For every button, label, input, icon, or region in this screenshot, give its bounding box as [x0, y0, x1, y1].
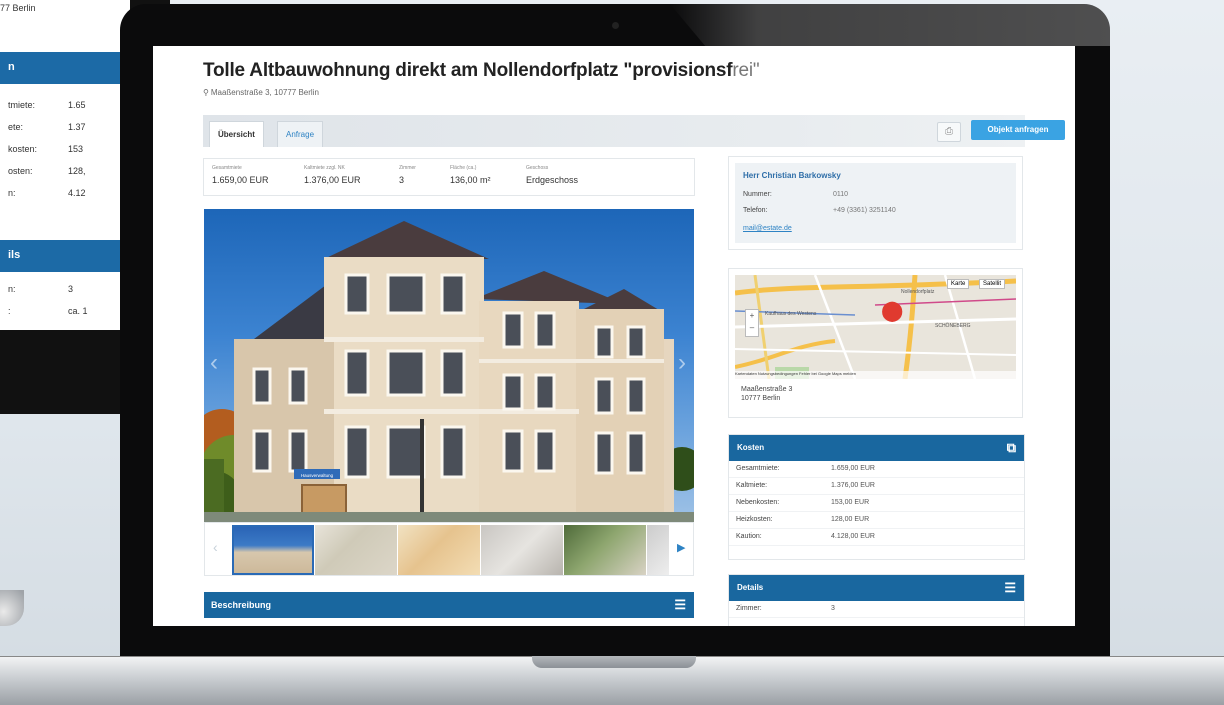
page-title: Tolle Altbauwohnung direkt am Nollendorf…	[203, 60, 760, 82]
fact-total-rent: Gesamtmiete 1.659,00 EUR	[212, 165, 269, 185]
map-marker-icon[interactable]: ⬤	[881, 301, 903, 321]
map-type-satellite[interactable]: Satellit	[979, 279, 1006, 289]
listing-address: ⚲ Maaßenstraße 3, 10777 Berlin	[203, 88, 319, 97]
contact-email-link[interactable]: mail@estate.de	[743, 225, 792, 232]
details-panel: Details ☰ Zimmer: 3	[728, 574, 1025, 626]
zoom-out-icon[interactable]: –	[746, 322, 758, 334]
contact-row: Telefon: +49 (3361) 3251140	[743, 207, 896, 214]
map-type-map[interactable]: Karte	[947, 279, 970, 289]
thumbnail[interactable]	[398, 525, 480, 575]
tab-bar: Übersicht Anfrage ⎙ Objekt anfragen	[203, 115, 1065, 147]
fact-floor: Geschoss Erdgeschoss	[526, 165, 579, 185]
tab-overview[interactable]: Übersicht	[209, 121, 264, 147]
fact-rooms: Zimmer 3	[399, 165, 416, 185]
background-details-header: ils	[0, 240, 122, 272]
tab-inquiry[interactable]: Anfrage	[277, 121, 324, 147]
background-device-stand	[0, 590, 24, 626]
map-label: Nollendorfplatz	[901, 289, 935, 295]
contact-card-inner: Herr Christian Barkowsky Nummer: 0110 Tel…	[735, 163, 1016, 243]
contact-card: Herr Christian Barkowsky Nummer: 0110 Tel…	[728, 156, 1023, 250]
map-card: Karte Satellit + – Kaufhaus des Westens …	[728, 268, 1023, 418]
map-address: Maaßenstraße 3 10777 Berlin	[741, 385, 792, 403]
page-title-tail: rei"	[732, 60, 760, 81]
details-header-label: Details	[737, 583, 764, 592]
description-header-label: Beschreibung	[211, 600, 272, 610]
background-address-line: 77 Berlin	[0, 3, 36, 13]
zoom-in-icon[interactable]: +	[746, 310, 758, 322]
thumbnail[interactable]	[232, 525, 314, 575]
background-cost-row: osten: 128,	[8, 166, 86, 176]
map-zoom-control[interactable]: + –	[745, 309, 759, 337]
photo-next-arrow[interactable]: ›	[678, 349, 686, 377]
details-header[interactable]: Details ☰	[729, 575, 1024, 601]
cost-row: Nebenkosten: 153,00 EUR	[729, 495, 1024, 512]
map-footer: Kartendaten Nutzungsbedingungen Fehler b…	[735, 371, 1016, 379]
map-address-line: 10777 Berlin	[741, 395, 781, 402]
text-lines-icon: ☰	[674, 597, 686, 612]
sign-text: Hausverwaltung	[301, 473, 334, 478]
print-icon: ⎙	[945, 126, 953, 137]
thumbnail[interactable]	[647, 525, 669, 575]
contact-name: Herr Christian Barkowsky	[743, 171, 841, 180]
thumbnail[interactable]	[481, 525, 563, 575]
map-address-line: Maaßenstraße 3	[741, 386, 793, 393]
map-label: SCHÖNEBERG	[935, 323, 971, 329]
background-detail-row: n: 3	[8, 284, 74, 294]
list-icon: ☰	[1004, 580, 1016, 595]
background-cost-row: ete: 1.37	[8, 122, 86, 132]
background-costs-header: n	[0, 52, 122, 84]
costs-panel: Kosten ⧉ Gesamtmiete: 1.659,00 EUR Kaltmi…	[728, 434, 1025, 560]
page-title-main: Tolle Altbauwohnung direkt am Nollendorf…	[203, 60, 733, 81]
fact-area: Fläche (ca.) 136,00 m²	[450, 165, 491, 185]
thumb-prev-arrow[interactable]: ‹	[213, 539, 218, 555]
background-screen: ... 77 Berlin n tmiete:1.65 ete:1.37 kos…	[0, 0, 130, 330]
building-illustration: Hausverwaltung	[204, 221, 694, 522]
costs-header-label: Kosten	[737, 443, 765, 452]
background-detail-row: : ca. 1	[8, 306, 88, 316]
description-section-header[interactable]: Beschreibung ☰	[204, 592, 694, 618]
laptop-notch	[532, 656, 696, 668]
location-map[interactable]: Karte Satellit + – Kaufhaus des Westens …	[735, 275, 1016, 379]
map-label: Kaufhaus des Westens	[765, 311, 817, 317]
map-streets	[735, 275, 1016, 379]
background-cost-row: kosten: 153	[8, 144, 84, 154]
thumbnail-strip: ‹ ▶	[204, 522, 694, 576]
location-pin-icon: ⚲	[203, 88, 209, 97]
print-button[interactable]: ⎙	[937, 122, 961, 142]
costs-header[interactable]: Kosten ⧉	[729, 435, 1024, 461]
main-property-photo[interactable]: Hausverwaltung ‹ ›	[204, 209, 694, 522]
laptop-glare	[670, 4, 1110, 46]
thumbnail[interactable]	[564, 525, 646, 575]
money-icon: ⧉	[1006, 440, 1016, 455]
background-cost-row: n: 4.12	[8, 188, 86, 198]
cost-row: Gesamtmiete: 1.659,00 EUR	[729, 461, 1024, 478]
thumbnail[interactable]	[315, 525, 397, 575]
request-object-button[interactable]: Objekt anfragen	[971, 120, 1065, 140]
cost-row: Heizkosten: 128,00 EUR	[729, 512, 1024, 529]
camera-icon	[612, 22, 619, 29]
background-cost-row: tmiete: 1.65	[8, 100, 86, 110]
fact-cold-rent: Kaltmiete zzgl. NK 1.376,00 EUR	[304, 165, 361, 185]
cost-row: Kaltmiete: 1.376,00 EUR	[729, 478, 1024, 495]
contact-row: Nummer: 0110	[743, 191, 849, 198]
key-facts: Gesamtmiete 1.659,00 EUR Kaltmiete zzgl. …	[203, 158, 695, 196]
photo-prev-arrow[interactable]: ‹	[210, 349, 218, 377]
detail-row: Zimmer: 3	[729, 601, 1024, 618]
laptop-screen: Tolle Altbauwohnung direkt am Nollendorf…	[153, 46, 1075, 626]
thumb-next-arrow[interactable]: ▶	[677, 541, 685, 554]
background-address: ... 77 Berlin	[0, 0, 36, 14]
cost-row: Kaution: 4.128,00 EUR	[729, 529, 1024, 546]
listing-address-text: Maaßenstraße 3, 10777 Berlin	[210, 88, 319, 97]
